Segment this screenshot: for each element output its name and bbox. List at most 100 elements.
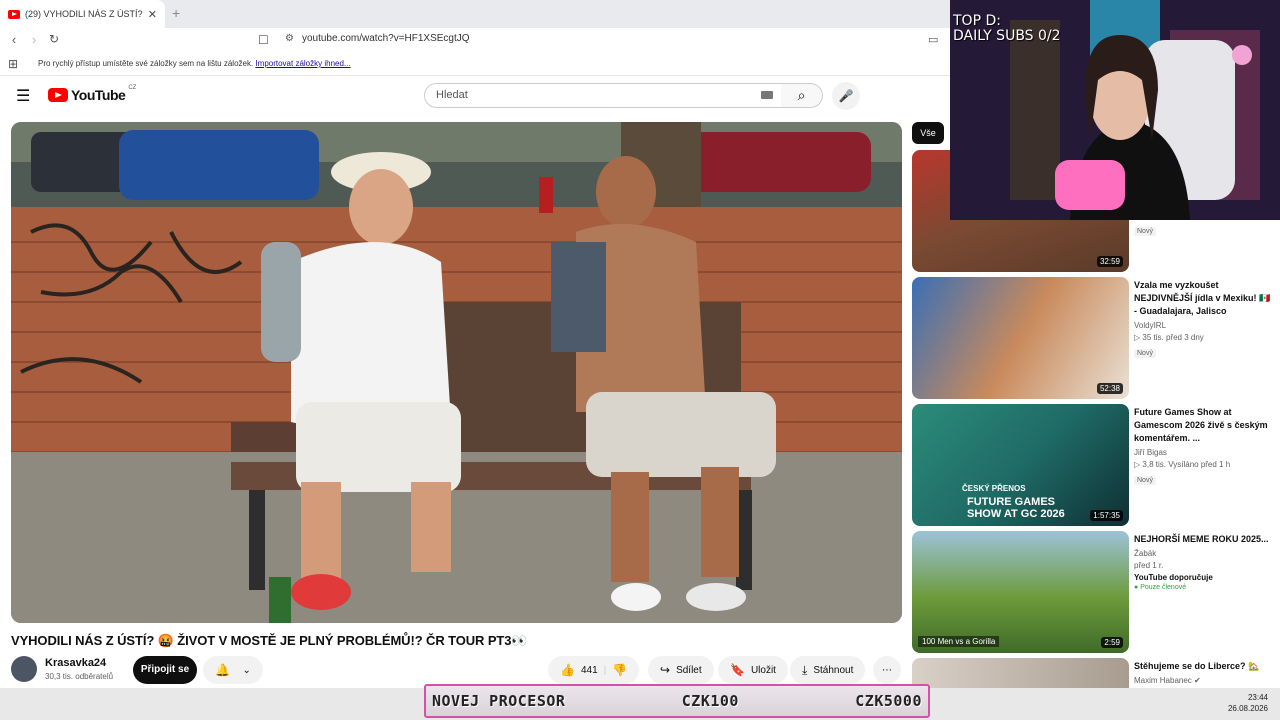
recommendation-meta: ▷ 35 tis. před 3 dny <box>1134 333 1274 342</box>
download-icon: ⤓ <box>802 662 808 677</box>
donation-goal-title: NOVEJ PROCESOR <box>432 692 566 710</box>
video-player[interactable] <box>11 122 902 623</box>
recommendation-title[interactable]: Vzala me vyzkoušet NEJDIVNĚJŠÍ jídla v M… <box>1134 279 1274 318</box>
bookmark-icon[interactable]: ☐ <box>258 33 269 47</box>
tab-title: (29) VYHODILI NÁS Z ÚSTÍ? 🤬 <box>25 8 143 19</box>
donation-goal-current: CZK100 <box>681 692 739 710</box>
browser-tab[interactable]: (29) VYHODILI NÁS Z ÚSTÍ? 🤬 ✕ <box>0 0 165 28</box>
video-duration: 32:59 <box>1096 256 1123 267</box>
channel-avatar[interactable] <box>11 656 37 682</box>
download-button[interactable]: ⤓ Stáhnout <box>790 656 866 684</box>
youtube-favicon-icon <box>8 9 20 19</box>
recommendation-title[interactable]: Stěhujeme se do Liberce? 🏡 <box>1134 660 1274 673</box>
search-placeholder: Hledat <box>436 89 468 101</box>
youtube-header: ☰ YouTube CZ Hledat ⌕ 🎤 <box>0 76 950 116</box>
reload-icon[interactable]: ↻ <box>44 32 64 46</box>
filter-chip-all[interactable]: Vše <box>912 122 944 144</box>
import-bookmarks-link[interactable]: Importovat záložky ihned... <box>255 59 350 68</box>
recommendation-channel[interactable]: Žabák <box>1134 549 1274 558</box>
recommendation-thumbnail[interactable]: 52:38 <box>912 277 1129 399</box>
search-button[interactable]: ⌕ <box>781 83 823 108</box>
video-duration: 52:38 <box>1096 383 1123 394</box>
bookmarks-hint-text: Pro rychlý přístup umístěte své záložky … <box>38 59 254 68</box>
new-tab-button[interactable]: + <box>172 5 180 21</box>
apps-grid-icon[interactable]: ⊞ <box>8 57 18 71</box>
address-bar: ‹ › ↻ ☐ ⚙ youtube.com/watch?v=HF1XSEcgtJ… <box>0 28 950 52</box>
upload-age: před 3 dny <box>1165 333 1204 342</box>
thumbs-down-icon[interactable]: 👎 <box>612 663 627 677</box>
voice-search-button[interactable]: 🎤 <box>832 82 860 110</box>
hamburger-menu-icon[interactable]: ☰ <box>16 86 30 106</box>
channel-actions-row: Krasavka24 30,3 tis. odběratelů Připojit… <box>11 656 902 686</box>
recommendation-thumbnail[interactable]: ČESKÝ PŘENOS FUTURE GAMES SHOW AT GC 202… <box>912 404 1129 526</box>
youtube-play-icon <box>48 88 68 102</box>
bell-icon: 🔔 <box>215 663 231 677</box>
recommendation-thumbnail[interactable] <box>912 658 1129 688</box>
recommendation-item[interactable]: Stěhujeme se do Liberce? 🏡 Maxim Habanec… <box>912 658 1280 688</box>
video-title: VYHODILI NÁS Z ÚSTÍ? 🤬 ŽIVOT V MOSTĚ JE … <box>11 633 528 648</box>
url-text: youtube.com/watch?v=HF1XSEcgtJQ <box>301 33 470 44</box>
save-button[interactable]: 🔖 Uložit <box>718 656 788 684</box>
microphone-icon: 🎤 <box>838 89 854 103</box>
clock-date: 26.08.2026 <box>1227 704 1268 713</box>
more-icon: ⋯ <box>882 664 892 676</box>
recommended-badge: YouTube doporučuje <box>1134 573 1213 582</box>
search-input[interactable]: Hledat <box>424 83 782 108</box>
video-frame <box>11 122 902 623</box>
chevron-down-icon: ⌄ <box>242 664 251 676</box>
recommendation-thumbnail[interactable]: 100 Men vs a Gorilla 2:59 <box>912 531 1129 653</box>
thumbnail-caption: 100 Men vs a Gorilla <box>918 636 1000 647</box>
logo-region: CZ <box>128 85 137 91</box>
cast-icon[interactable]: ▭ <box>928 33 938 46</box>
recommendation-channel[interactable]: Maxim Habanec ✔ <box>1134 676 1274 685</box>
url-field[interactable]: ⚙ youtube.com/watch?v=HF1XSEcgtJQ <box>285 33 470 44</box>
save-label: Uložit <box>750 664 776 676</box>
recommendation-meta: před 1 r. <box>1134 561 1164 570</box>
keyboard-icon[interactable] <box>761 91 773 99</box>
subs-goal-line1: TOP D: <box>953 13 1001 29</box>
youtube-logo[interactable]: YouTube CZ <box>48 85 137 103</box>
bookmarks-bar: ⊞ Pro rychlý přístup umístěte své záložk… <box>0 52 950 76</box>
share-label: Sdílet <box>676 664 702 676</box>
save-bookmark-icon: 🔖 <box>730 663 745 677</box>
new-badge: Nový <box>1134 349 1156 358</box>
share-button[interactable]: ↪ Sdílet <box>648 656 714 684</box>
thumbs-up-icon[interactable]: 👍 <box>560 663 575 677</box>
video-duration: 2:59 <box>1101 637 1123 648</box>
recommendation-item[interactable]: 52:38 Vzala me vyzkoušet NEJDIVNĚJŠÍ jíd… <box>912 277 1280 399</box>
donation-goal-bar: NOVEJ PROCESOR CZK100 CZK5000 <box>424 684 930 718</box>
recommendation-item[interactable]: ČESKÝ PŘENOS FUTURE GAMES SHOW AT GC 202… <box>912 404 1280 526</box>
like-count: 441 <box>580 664 598 676</box>
webcam-overlay: TOP D: DAILY SUBS 0/2 <box>950 0 1280 220</box>
new-badge: Nový <box>1134 227 1156 236</box>
notifications-button[interactable]: 🔔 ⌄ <box>203 656 263 684</box>
forward-arrow-icon[interactable]: › <box>24 32 44 47</box>
recommendation-title[interactable]: NEJHORŠÍ MEME ROKU 2025... <box>1134 533 1274 546</box>
thumbnail-caption: ČESKÝ PŘENOS <box>962 484 1026 493</box>
members-only-text: Pouze členové <box>1140 584 1187 591</box>
recommendation-item[interactable]: 100 Men vs a Gorilla 2:59 NEJHORŠÍ MEME … <box>912 531 1280 653</box>
upload-age: Vysíláno před 1 h <box>1168 460 1231 469</box>
join-button[interactable]: Připojit se <box>133 656 197 684</box>
new-badge: Nový <box>1134 476 1156 485</box>
donation-goal-target: CZK5000 <box>855 692 922 710</box>
logo-text: YouTube <box>71 87 126 103</box>
channel-name[interactable]: Krasavka24 <box>45 657 106 669</box>
recommendation-channel[interactable]: VoldyIRL <box>1134 321 1274 330</box>
site-info-icon[interactable]: ⚙ <box>285 33 294 44</box>
system-clock[interactable]: 23:44 26.08.2026 <box>1228 692 1268 714</box>
recommendation-title[interactable]: Future Games Show at Gamescom 2026 živě … <box>1134 406 1274 445</box>
view-count: 35 tis. <box>1142 333 1164 342</box>
like-dislike-button[interactable]: 👍 441 | 👎 <box>548 656 640 684</box>
video-duration: 1:57:35 <box>1090 510 1123 521</box>
recommendation-meta: ▷ 3,8 tis. Vysíláno před 1 h <box>1134 460 1274 469</box>
more-actions-button[interactable]: ⋯ <box>873 656 901 684</box>
share-icon: ↪ <box>660 663 671 677</box>
members-only-label: ● Pouze členové <box>1134 584 1274 591</box>
recommendation-channel[interactable]: Jiří Bigas <box>1134 448 1274 457</box>
subs-goal-line2: DAILY SUBS 0/2 <box>953 28 1061 44</box>
close-icon[interactable]: ✕ <box>148 8 157 21</box>
view-count: 3,8 tis. <box>1142 460 1166 469</box>
download-label: Stáhnout <box>813 664 854 676</box>
back-arrow-icon[interactable]: ‹ <box>4 32 24 47</box>
